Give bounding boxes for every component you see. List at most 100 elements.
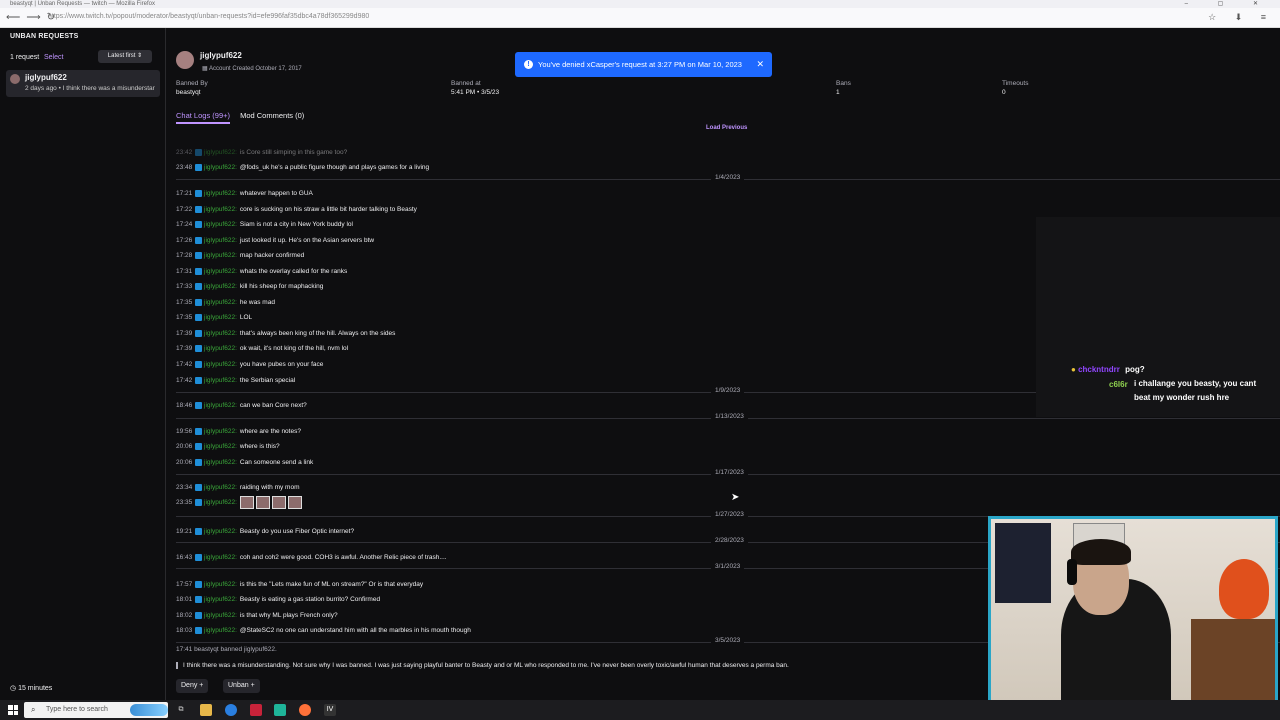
subscriber-badge-icon (195, 401, 202, 409)
chat-username[interactable]: jiglypuf622: (204, 612, 237, 619)
edge-icon[interactable] (225, 704, 237, 716)
chat-username[interactable]: jiglypuf622: (204, 361, 237, 368)
chat-line: 17:33 jiglypuf622: kill his sheep for maph… (176, 280, 323, 292)
chat-username[interactable]: jiglypuf622: (204, 627, 237, 634)
window-title-bar: beastyqt | Unban Requests — twitch — Moz… (0, 0, 1280, 8)
deny-label: Deny (181, 682, 198, 689)
chat-username[interactable]: jiglypuf622: (204, 206, 237, 213)
sort-label: Latest first (107, 53, 136, 59)
chat-timestamp: 17:21 (176, 189, 193, 197)
chat-line: 18:46 jiglypuf622: can we ban Core next? (176, 399, 307, 411)
subscriber-badge-icon (195, 611, 202, 619)
chat-timestamp: 17:22 (176, 205, 193, 213)
subscriber-badge-icon (195, 527, 202, 535)
subscriber-badge-icon (195, 580, 202, 588)
chat-username[interactable]: jiglypuf622: (204, 459, 237, 466)
chat-username[interactable]: jiglypuf622: (204, 221, 237, 228)
overlay-user-2: c6l6r (1109, 380, 1128, 389)
chat-username[interactable]: jiglypuf622: (204, 149, 237, 156)
mouse-cursor-icon: ➤ (731, 492, 740, 503)
chat-username[interactable]: jiglypuf622: (204, 190, 237, 197)
date-label: 3/1/2023 (711, 563, 745, 570)
window-controls[interactable]: – ▢ ✕ (1185, 0, 1272, 8)
chat-username[interactable]: jiglypuf622: (204, 499, 237, 506)
chat-username[interactable]: jiglypuf622: (204, 268, 237, 275)
emote-icon (271, 495, 286, 509)
emote-icon (239, 495, 254, 509)
chat-timestamp: 17:28 (176, 251, 193, 259)
chat-message: he was mad (239, 298, 275, 306)
request-preview: 2 days ago • I think there was a misunde… (25, 85, 155, 92)
date-label: 1/4/2023 (711, 174, 745, 181)
subscriber-badge-icon (195, 458, 202, 466)
app-icon[interactable]: IV (324, 704, 336, 716)
firefox-icon[interactable] (299, 704, 311, 716)
chat-line: 17:39 jiglypuf622: ok wait, it's not king … (176, 342, 348, 354)
task-view-icon[interactable]: ⧉ (175, 704, 187, 716)
chat-message: core is sucking on his straw a little bi… (239, 205, 417, 213)
chat-username[interactable]: jiglypuf622: (204, 237, 237, 244)
chat-message: just looked it up. He's on the Asian ser… (239, 236, 375, 244)
url-field[interactable]: https://www.twitch.tv/popout/moderator/b… (48, 13, 369, 20)
chat-username[interactable]: jiglypuf622: (204, 377, 237, 384)
chat-username[interactable]: jiglypuf622: (204, 299, 237, 306)
date-separator: 1/4/2023 (176, 174, 1280, 181)
chat-username[interactable]: jiglypuf622: (204, 345, 237, 352)
select-link[interactable]: Select (44, 54, 63, 61)
request-count: 1 request (10, 54, 40, 61)
app-icon[interactable] (250, 704, 262, 716)
sort-arrows-icon: ⇕ (137, 53, 143, 59)
chat-line: 17:35 jiglypuf622: he was mad (176, 296, 275, 308)
request-list-item[interactable]: jiglypuf622 2 days ago • I think there w… (6, 70, 160, 97)
app-icon[interactable] (274, 704, 286, 716)
unban-requests-sidebar: UNBAN REQUESTS 1 request Select Latest f… (0, 28, 166, 700)
file-explorer-icon[interactable] (200, 704, 212, 716)
unban-button[interactable]: Unban + (223, 679, 260, 693)
date-label: 3/5/2023 (711, 637, 745, 644)
chat-timestamp: 17:42 (176, 360, 193, 368)
chat-message: whats the overlay called for the ranks (239, 267, 348, 275)
chat-username[interactable]: jiglypuf622: (204, 596, 237, 603)
chat-username[interactable]: jiglypuf622: (204, 283, 237, 290)
streamer-hair (1071, 539, 1131, 565)
chat-line: 17:31 jiglypuf622: whats the overlay calle… (176, 265, 347, 277)
deny-button[interactable]: Deny + (176, 679, 209, 693)
chat-line: 19:56 jiglypuf622: where are the notes? (176, 425, 301, 437)
chat-message: can we ban Core next? (239, 401, 307, 409)
chat-timestamp: 17:24 (176, 220, 193, 228)
close-icon[interactable]: ✕ (756, 52, 764, 77)
chat-message: is Core still simping in this game too? (239, 148, 348, 156)
subscriber-badge-icon (195, 148, 202, 156)
date-separator: 1/13/2023 (176, 413, 1280, 420)
overlay-chat-line-1: ● chckntndrr pog? (1071, 365, 1145, 374)
chat-username[interactable]: jiglypuf622: (204, 402, 237, 409)
overlay-message: pog? (1125, 365, 1145, 374)
chat-line: 17:35 jiglypuf622: LOL (176, 311, 252, 323)
chat-username[interactable]: jiglypuf622: (204, 443, 237, 450)
chat-username[interactable]: jiglypuf622: (204, 428, 237, 435)
chat-username[interactable]: jiglypuf622: (204, 554, 237, 561)
chat-message: is that why ML plays French only? (239, 611, 338, 619)
chat-message: map hacker confirmed (239, 251, 305, 259)
sort-dropdown[interactable]: Latest first ⇕ (98, 50, 152, 63)
chat-username[interactable]: jiglypuf622: (204, 252, 237, 259)
ban-event: 17:41 beastyqt banned jiglypuf622. (176, 646, 277, 653)
chat-timestamp: 17:42 (176, 376, 193, 384)
windows-start-icon[interactable] (8, 705, 18, 715)
browser-tools[interactable]: ☆ ⬇ ≡ (1208, 12, 1274, 23)
chat-timestamp: 18:02 (176, 611, 193, 619)
chat-username[interactable]: jiglypuf622: (204, 314, 237, 321)
chat-timestamp: 23:34 (176, 483, 193, 491)
subscriber-badge-icon (195, 483, 202, 491)
chat-message: Siam is not a city in New York buddy lol (239, 220, 353, 228)
chat-username[interactable]: jiglypuf622: (204, 330, 237, 337)
chat-message: LOL (239, 313, 253, 321)
taskbar-search[interactable]: ⌕ Type here to search (24, 702, 168, 718)
date-separator: 1/17/2023 (176, 469, 1280, 476)
sidebar-title: UNBAN REQUESTS (10, 33, 79, 40)
chat-username[interactable]: jiglypuf622: (204, 528, 237, 535)
chat-username[interactable]: jiglypuf622: (204, 164, 237, 171)
chat-username[interactable]: jiglypuf622: (204, 484, 237, 491)
chat-timestamp: 17:31 (176, 267, 193, 275)
chat-username[interactable]: jiglypuf622: (204, 581, 237, 588)
